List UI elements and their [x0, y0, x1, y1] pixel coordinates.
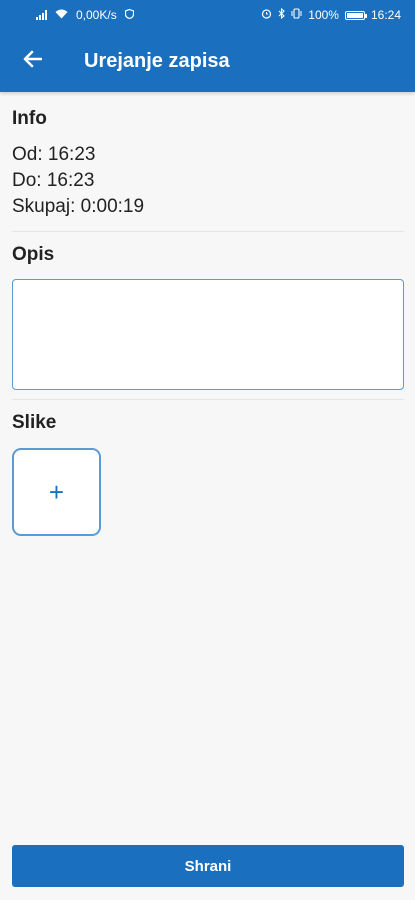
page-title: Urejanje zapisa — [84, 49, 230, 72]
wifi-icon — [55, 8, 68, 22]
info-heading: Info — [12, 108, 47, 129]
network-speed: 0,00K/s — [76, 8, 117, 22]
signal-icon — [36, 10, 47, 20]
arrow-left-icon — [22, 50, 43, 73]
divider — [12, 231, 404, 232]
clock: 16:24 — [370, 8, 401, 22]
save-button[interactable]: Shrani — [12, 845, 404, 887]
bluetooth-icon — [278, 7, 286, 22]
app-bar: Urejanje zapisa — [0, 30, 415, 92]
info-from: Od: 16:23 — [12, 144, 96, 165]
status-bar: 0,00K/s 100% 16:24 — [0, 0, 415, 30]
description-heading: Opis — [12, 244, 55, 265]
back-button[interactable] — [0, 30, 64, 92]
add-image-button[interactable]: + — [12, 448, 101, 536]
plus-icon: + — [48, 477, 65, 507]
status-right: 100% 16:24 — [261, 7, 401, 22]
battery-icon — [344, 10, 367, 20]
info-section: Info Od: 16:23 Do: 16:23 Skupaj: 0:00:19 — [12, 108, 402, 220]
divider — [12, 399, 404, 400]
info-to: Do: 16:23 — [12, 170, 95, 191]
description-input[interactable] — [12, 279, 404, 390]
shield-icon — [124, 8, 134, 22]
images-heading: Slike — [12, 412, 57, 433]
battery-percent: 100% — [308, 8, 339, 22]
status-left: 0,00K/s — [14, 8, 134, 22]
info-total: Skupaj: 0:00:19 — [12, 196, 145, 217]
alarm-icon — [261, 8, 272, 22]
vibrate-icon — [291, 8, 302, 22]
